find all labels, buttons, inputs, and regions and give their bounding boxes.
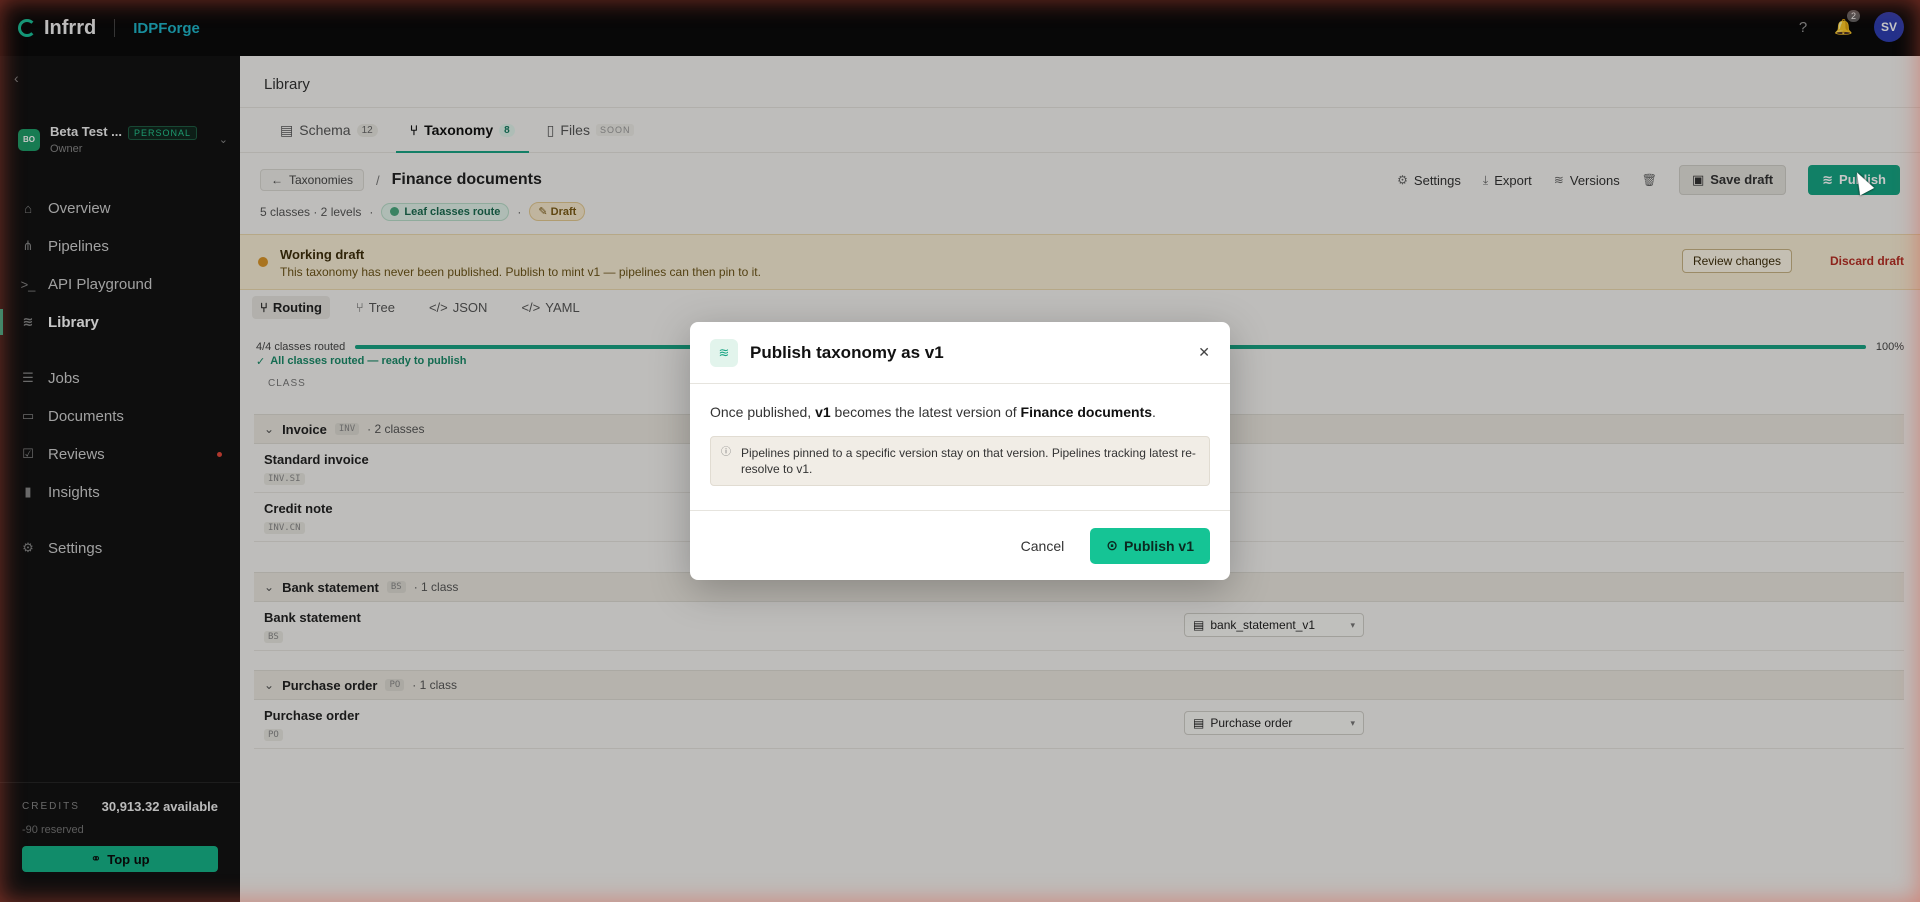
publish-v1-label: Publish v1: [1123, 537, 1194, 554]
publish-v1-button[interactable]: ⊙ Publish v1: [1090, 527, 1210, 564]
close-icon[interactable]: ✕: [1198, 344, 1210, 361]
lead-prefix: Once published,: [710, 404, 812, 420]
lead-doc: Finance documents: [1020, 404, 1153, 420]
info-icon: ⓘ: [721, 447, 731, 458]
dialog-lead: Once published, v1 becomes the latest ve…: [710, 404, 1210, 420]
lead-mid: becomes the latest version of: [834, 404, 1017, 420]
cancel-button[interactable]: Cancel: [1021, 538, 1065, 554]
dialog-header: ≋ Publish taxonomy as v1 ✕: [690, 322, 1230, 384]
dialog-note: ⓘ Pipelines pinned to a specific version …: [710, 436, 1210, 486]
layers-icon: ≋: [710, 338, 738, 367]
check-circle-icon: ⊙: [1106, 537, 1118, 553]
dialog-title: Publish taxonomy as v1: [750, 342, 944, 362]
lead-version: v1: [815, 404, 831, 420]
dialog-body: Once published, v1 becomes the latest ve…: [690, 384, 1230, 506]
dialog-footer: Cancel ⊙ Publish v1: [690, 510, 1230, 580]
publish-dialog: ≋ Publish taxonomy as v1 ✕ Once publishe…: [690, 322, 1230, 580]
note-text: Pipelines pinned to a specific version s…: [741, 446, 1196, 476]
lead-end: .: [1152, 404, 1156, 420]
